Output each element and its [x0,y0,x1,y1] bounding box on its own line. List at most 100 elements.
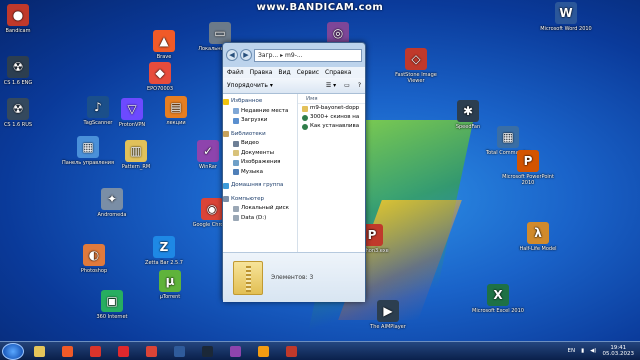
desktop-icon[interactable]: ▶ The AIMPlayer [360,300,416,330]
network-icon[interactable]: ▮ [581,348,584,354]
music-icon [233,169,239,176]
steam-icon [201,345,213,357]
desktop-icon-label: µTorrent [159,294,181,300]
taskbar-opera-button[interactable] [110,343,136,360]
menu-edit[interactable]: Правка [250,67,273,78]
psiphon-icon [89,345,101,357]
view-options-icon[interactable]: ☰ ▾ [326,82,336,89]
menu-help[interactable]: Справка [325,67,351,78]
desktop-icon[interactable]: µ µTorrent [142,270,198,300]
desktop-icon-label: CS 1.6 RUS [3,122,33,128]
nav-video[interactable]: Видео [223,139,297,149]
taskbar-teamspeak-button[interactable] [166,343,192,360]
app-icon: ▭ [209,22,231,44]
volume-icon[interactable]: ◀) [590,348,596,354]
app-icon: ✱ [457,100,479,122]
app-icon: X [487,284,509,306]
nav-libraries[interactable]: Библиотеки [223,130,297,140]
bandicam-icon [285,345,297,357]
desktop-icon[interactable]: ☢ CS 1.6 RUS [0,98,46,128]
taskbar-psiphon-button[interactable] [82,343,108,360]
language-indicator[interactable]: EN [567,348,575,354]
preview-pane-icon[interactable]: ▭ [344,82,350,89]
desktop-icon[interactable]: ◆ EPO70003 [132,62,188,92]
item-count: Элементов: 3 [271,274,314,281]
nav-favorites[interactable]: Избранное [223,97,297,107]
desktop-icon-label: Half-Life Model [519,246,557,252]
help-icon[interactable]: ? [358,82,361,89]
taskbar-steam-button[interactable] [194,343,220,360]
desktop-icon-label: Brave [156,54,172,60]
nav-homegroup[interactable]: Домашняя группа [223,181,297,191]
library-icon [223,131,229,138]
desktop-icon-label: The AIMPlayer [370,324,406,330]
chrome-icon [145,345,157,357]
app-icon: ▤ [165,96,187,118]
desktop-icon-label: Photoshop [80,268,108,274]
address-bar[interactable]: Загр... ▸ m9-... [254,48,362,62]
forward-icon[interactable]: ▶ [240,49,252,61]
taskbar-media-button[interactable] [222,343,248,360]
desktop-icon[interactable]: Z Zetta Bar 2.5.7 [136,236,192,266]
app-icon: ◉ [201,198,223,220]
desktop-icon-label: FastStone Image Viewer [395,72,437,84]
nav-recent-places[interactable]: Недавние места [223,107,297,117]
taskbar-explorer-button[interactable] [26,343,52,360]
column-name-header[interactable]: Имя [298,94,365,104]
app-icon: P [517,150,539,172]
menu-tools[interactable]: Сервис [297,67,319,78]
desktop-icon[interactable]: ▤ лекции [148,96,204,126]
taskbar-chrome-button[interactable] [138,343,164,360]
folder-icon [302,105,308,112]
start-button[interactable] [2,342,24,360]
app-icon: ▦ [77,136,99,158]
menu-file[interactable]: Файл [227,67,244,78]
app-icon: ◇ [405,48,427,70]
desktop-icon[interactable]: X Microsoft Excel 2010 [470,284,526,314]
pictures-icon [233,159,239,166]
nav-pictures[interactable]: Изображения [223,158,297,168]
desktop-icon[interactable]: P Microsoft PowerPoint 2010 [500,150,556,186]
nav-downloads[interactable]: Загрузки [223,116,297,126]
file-item[interactable]: 3000+ скинов на [298,113,365,122]
desktop-icon[interactable]: ▥ Pattern_RM [108,140,164,170]
nav-computer[interactable]: Компьютер [223,195,297,205]
file-list: Имя m9-bayonet-dopp 3000+ скинов на Как … [298,94,365,252]
file-item[interactable]: Как устанавлива [298,122,365,131]
app-icon: ◐ [83,244,105,266]
taskbar-aimp-button[interactable] [250,343,276,360]
nav-music[interactable]: Музыка [223,168,297,178]
desktop-icon[interactable]: ▣ 360 Internet [84,290,140,320]
desktop-icon-label: EPO70003 [146,86,173,92]
desktop-icon[interactable]: ● Bandicam [0,4,46,34]
taskbar-brave-button[interactable] [54,343,80,360]
app-icon: ▶ [377,300,399,322]
desktop-icon-label: Microsoft Excel 2010 [472,308,524,314]
back-icon[interactable]: ◀ [226,49,238,61]
desktop-icon[interactable]: ✦ Andromeda [84,188,140,218]
file-item[interactable]: m9-bayonet-dopp [298,104,365,113]
desktop-icon[interactable]: λ Half-Life Model [510,222,566,252]
drive-icon [233,215,239,222]
desktop-icon[interactable]: W Microsoft Word 2010 [538,2,594,32]
system-tray: EN ▮ ◀) 19:41 05.03.2023 [567,345,640,358]
desktop-icon[interactable]: ◇ FastStone Image Viewer [388,48,444,84]
organize-button[interactable]: Упорядочить ▾ [227,82,273,89]
desktop-icon[interactable]: ◐ Photoshop [66,244,122,274]
clock[interactable]: 19:41 05.03.2023 [603,345,635,358]
nav-documents[interactable]: Документы [223,149,297,159]
explorer-window[interactable]: ◀ ▶ Загр... ▸ m9-... Файл Правка Вид Сер… [222,42,366,302]
explorer-icon [33,345,45,357]
app-icon: ▲ [153,30,175,52]
desktop-icon-label: Zetta Bar 2.5.7 [145,260,183,266]
nav-local-disk[interactable]: Локальный диск [223,204,297,214]
desktop-icon[interactable]: ☢ CS 1.6 ENG [0,56,46,86]
desktop-icon-label: Microsoft PowerPoint 2010 [502,174,554,186]
details-pane: Элементов: 3 [223,252,365,302]
app-icon: ▣ [101,290,123,312]
menu-view[interactable]: Вид [278,67,290,78]
navigation-pane: Избранное Недавние места Загрузки Библио… [223,94,298,252]
nav-data-drive[interactable]: Data (D:) [223,214,297,224]
taskbar-bandicam-button[interactable] [278,343,304,360]
desktop-icon[interactable]: ▲ Brave [136,30,192,60]
